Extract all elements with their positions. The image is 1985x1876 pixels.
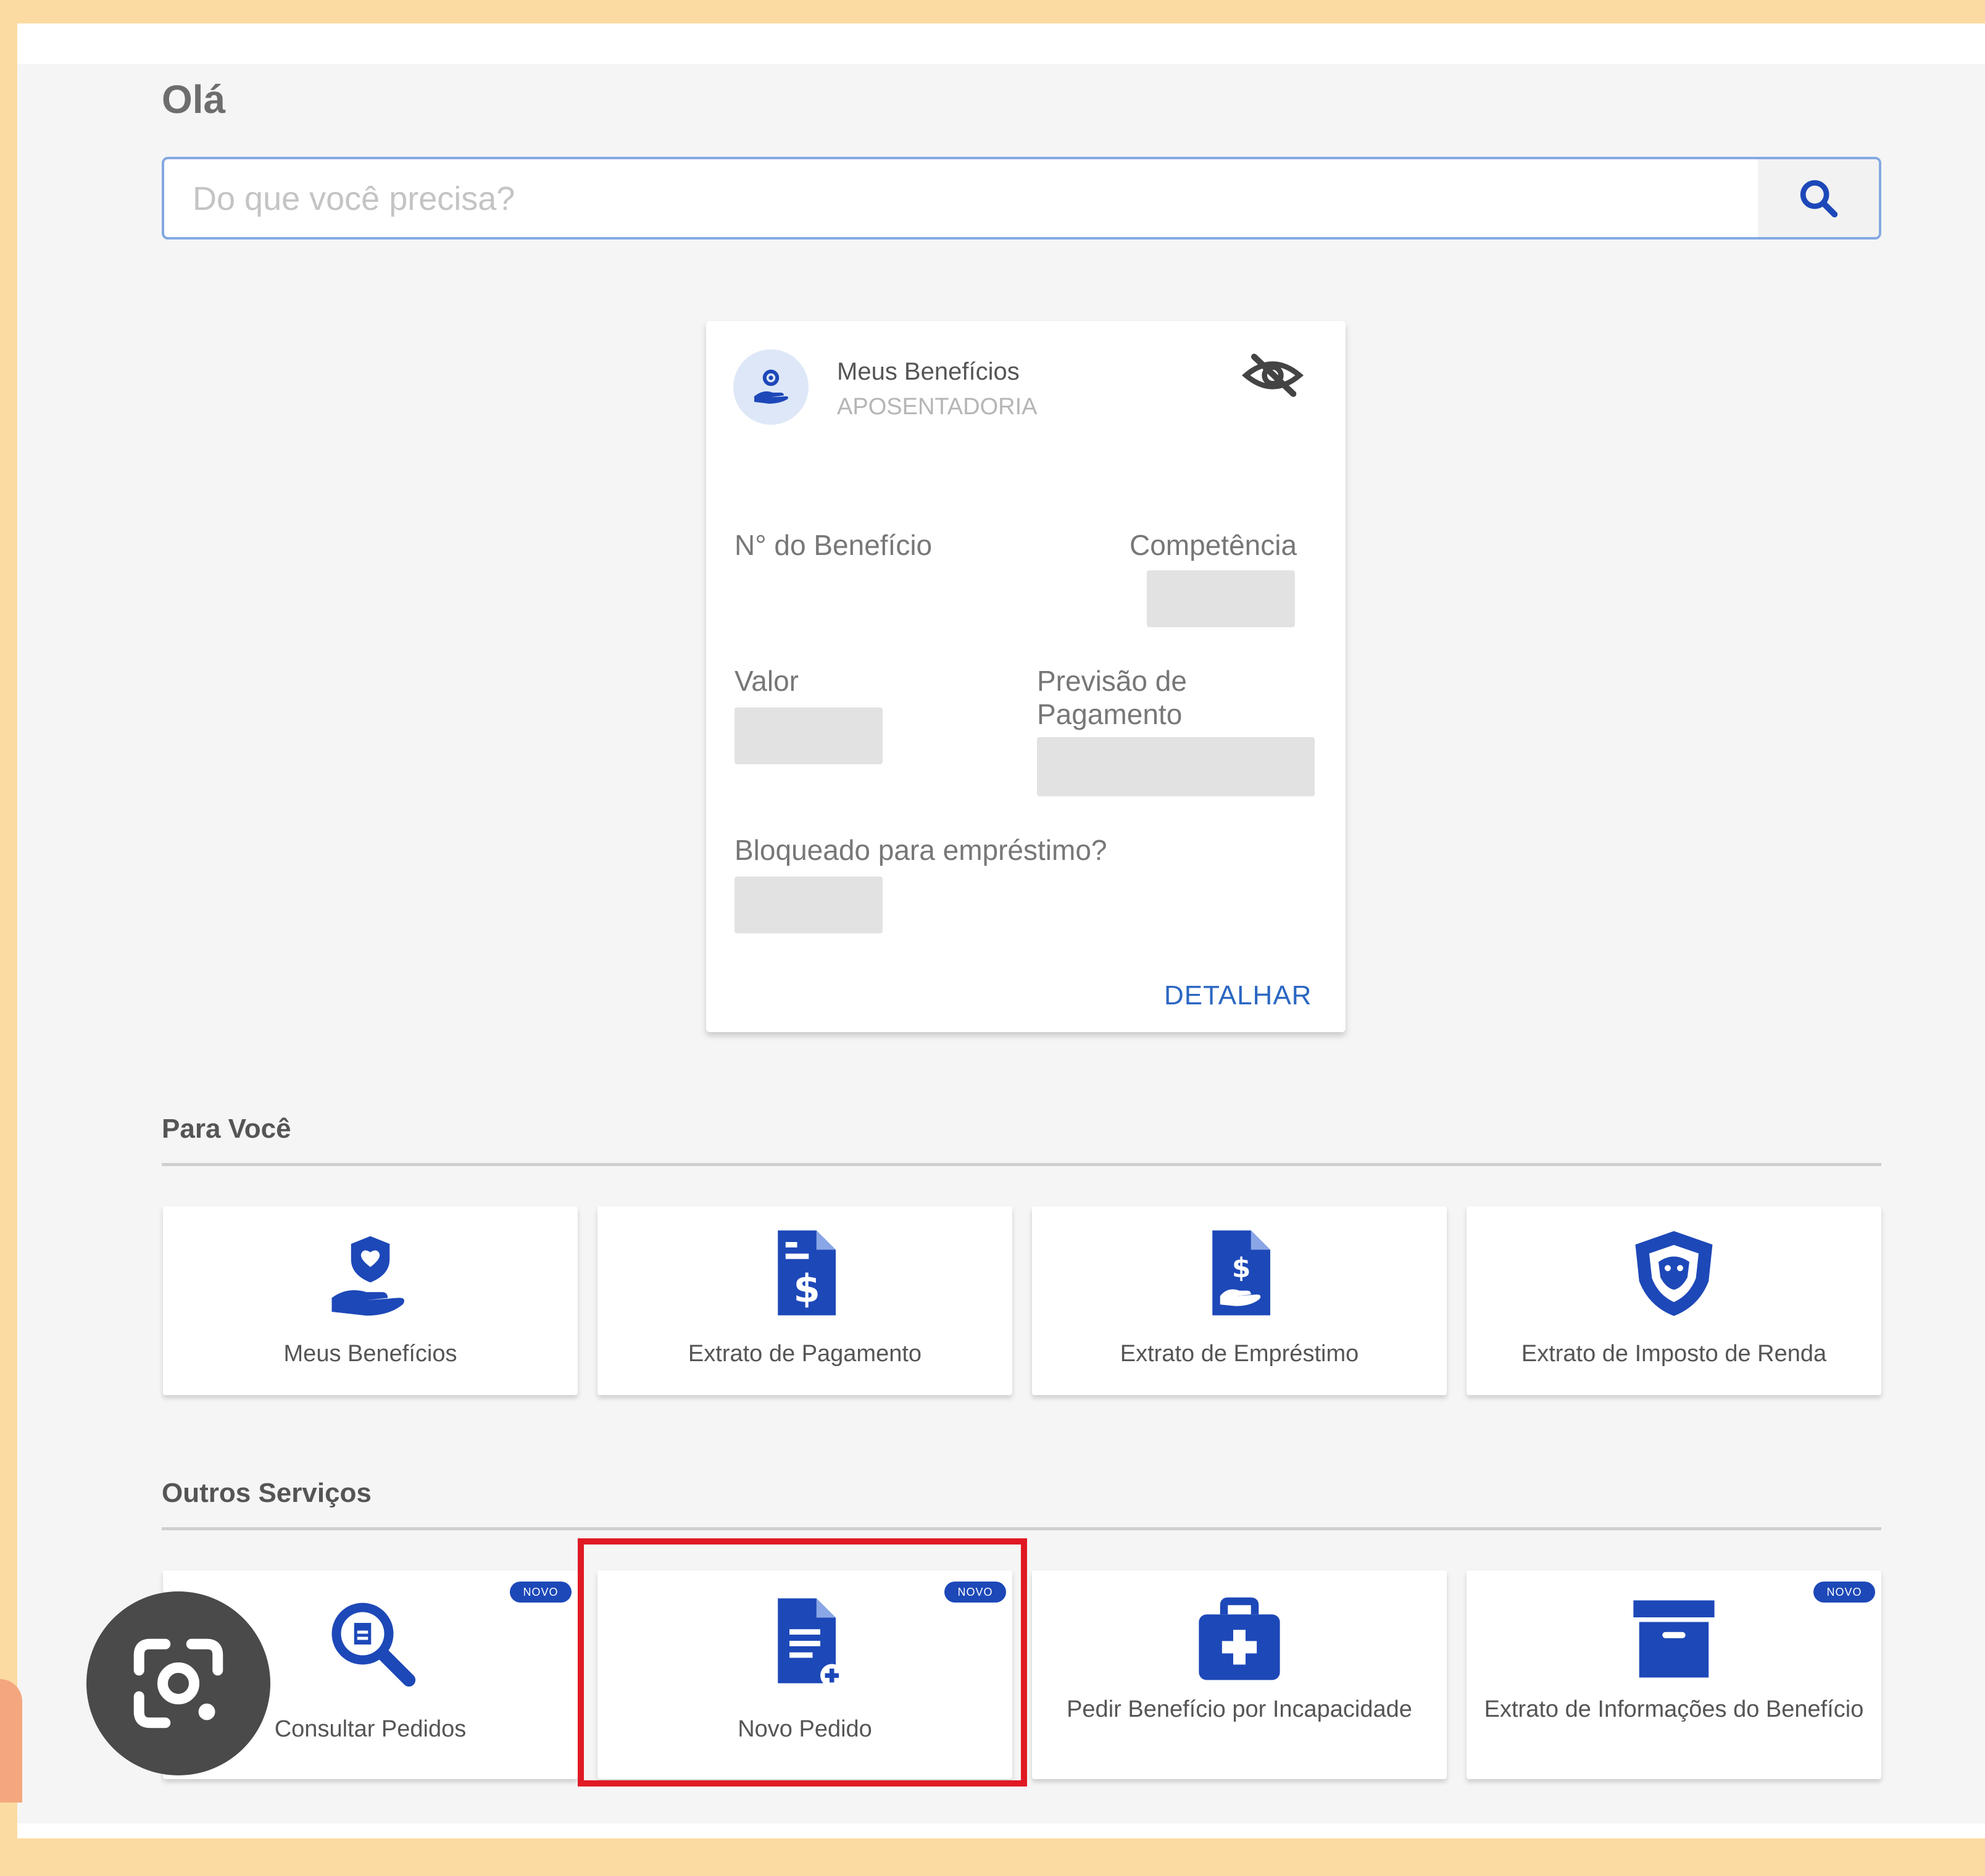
benefit-avatar bbox=[733, 349, 809, 425]
svg-text:$: $ bbox=[793, 1266, 820, 1311]
tile-label: Pedir Benefício por Incapacidade bbox=[1067, 1696, 1412, 1722]
valor-value-placeholder bbox=[734, 707, 883, 764]
hand-heart-icon bbox=[331, 1236, 404, 1316]
valor-label: Valor bbox=[734, 665, 799, 697]
tile-label: Extrato de Empréstimo bbox=[1120, 1341, 1359, 1367]
document-hand-dollar-icon: $ bbox=[1212, 1230, 1270, 1315]
lens-button[interactable] bbox=[86, 1591, 270, 1775]
tile-meus-beneficios[interactable]: Meus Benefícios bbox=[163, 1206, 578, 1395]
lens-icon bbox=[133, 1638, 223, 1728]
bloqueado-value-placeholder bbox=[734, 877, 883, 933]
lion-shield-icon bbox=[1635, 1231, 1713, 1316]
background-decoration bbox=[0, 1679, 22, 1803]
tile-label: Extrato de Imposto de Renda bbox=[1521, 1341, 1827, 1367]
competencia-value-placeholder bbox=[1147, 570, 1295, 627]
tile-extrato-emprestimo[interactable]: $ Extrato de Empréstimo bbox=[1032, 1206, 1447, 1395]
section-title-para-voce: Para Você bbox=[162, 1114, 291, 1144]
section-title-outros-servicos: Outros Serviços bbox=[162, 1478, 372, 1508]
highlight-box bbox=[578, 1538, 1027, 1786]
search-document-icon bbox=[331, 1603, 416, 1687]
tile-label: Extrato de Informações do Benefício bbox=[1484, 1696, 1864, 1722]
tile-extrato-pagamento[interactable]: $ Extrato de Pagamento bbox=[597, 1206, 1012, 1395]
new-badge: NOVO bbox=[1813, 1582, 1875, 1603]
hand-heart-icon bbox=[754, 369, 788, 404]
search-icon bbox=[1800, 180, 1838, 218]
benefit-number-label: N° do Benefício bbox=[734, 529, 933, 561]
medical-kit-icon bbox=[1199, 1597, 1280, 1680]
tile-pedir-beneficio-incapacidade[interactable]: Pedir Benefício por Incapacidade bbox=[1032, 1570, 1447, 1779]
hide-values-toggle[interactable] bbox=[1241, 351, 1304, 403]
tile-label: Extrato de Pagamento bbox=[688, 1341, 922, 1367]
new-badge: NOVO bbox=[510, 1582, 572, 1603]
search-input[interactable] bbox=[164, 159, 1749, 238]
search-bar bbox=[162, 157, 1881, 240]
page-greeting: Olá bbox=[162, 77, 226, 122]
tile-extrato-imposto-renda[interactable]: Extrato de Imposto de Renda bbox=[1467, 1206, 1881, 1395]
section-divider bbox=[162, 1163, 1881, 1166]
bloqueado-label: Bloqueado para empréstimo? bbox=[734, 834, 1107, 866]
section-divider bbox=[162, 1527, 1881, 1530]
previsao-value-placeholder bbox=[1037, 737, 1315, 796]
tile-label: Meus Benefícios bbox=[283, 1341, 457, 1367]
previsao-label: Previsão de Pagamento bbox=[1037, 665, 1187, 730]
archive-box-icon bbox=[1633, 1600, 1715, 1678]
detalhar-link[interactable]: DETALHAR bbox=[1164, 980, 1312, 1011]
benefit-card-subtitle: APOSENTADORIA bbox=[837, 394, 1038, 420]
search-button[interactable] bbox=[1758, 159, 1879, 237]
document-dollar-icon: $ bbox=[778, 1230, 836, 1315]
eye-off-icon bbox=[1241, 354, 1304, 397]
benefit-card-title: Meus Benefícios bbox=[837, 358, 1020, 385]
tile-extrato-informacoes-beneficio[interactable]: NOVO Extrato de Informações do Benefício bbox=[1467, 1570, 1881, 1779]
svg-text:$: $ bbox=[1232, 1252, 1251, 1283]
benefit-card: Meus Benefícios APOSENTADORIA N° do Bene… bbox=[706, 321, 1346, 1032]
competencia-label: Competência bbox=[1130, 529, 1297, 561]
